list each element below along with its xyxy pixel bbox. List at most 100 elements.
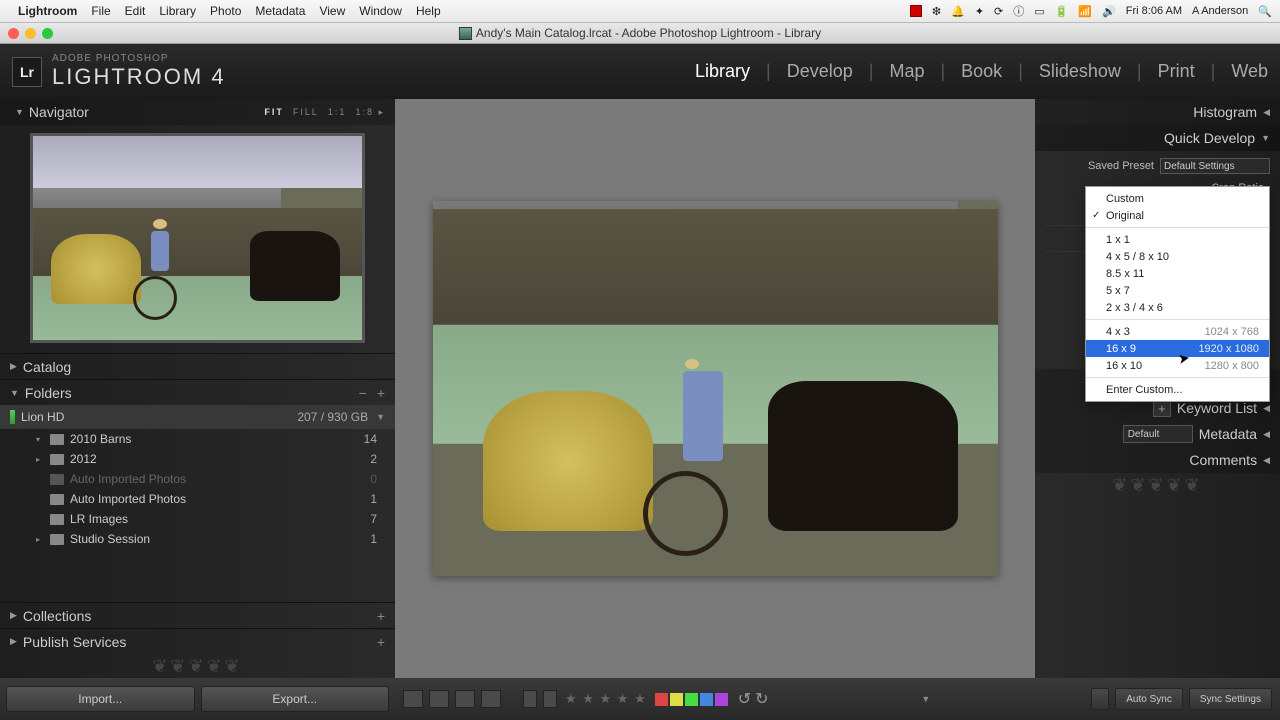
- folder-name: Auto Imported Photos: [70, 472, 186, 486]
- color-labels: [655, 693, 728, 706]
- menu-view[interactable]: View: [319, 4, 345, 18]
- document-icon: [459, 27, 472, 40]
- menu-help[interactable]: Help: [416, 4, 441, 18]
- navigator-thumbnail[interactable]: [30, 133, 365, 343]
- crop-option-screen[interactable]: 4 x 31024 x 768: [1086, 323, 1269, 340]
- comments-header[interactable]: Comments ◀: [1035, 447, 1280, 473]
- folder-row[interactable]: ▸20122: [0, 449, 395, 469]
- module-map[interactable]: Map: [889, 61, 924, 82]
- saved-preset-select[interactable]: Default Settings: [1160, 158, 1270, 174]
- remove-folder-button[interactable]: −: [359, 385, 367, 401]
- rotate-ccw-icon[interactable]: ↺: [738, 689, 751, 709]
- ratio-label: 16 x 9: [1106, 343, 1136, 355]
- label-red[interactable]: [655, 693, 668, 706]
- navigator-header[interactable]: ▼ Navigator FIT FILL 1:1 1:8 ▸: [0, 99, 395, 125]
- import-button[interactable]: Import...: [6, 686, 195, 712]
- status-icon: ❇︎: [932, 5, 941, 18]
- status-recording-icon: [910, 5, 922, 17]
- display-icon[interactable]: ▭: [1034, 5, 1044, 18]
- label-blue[interactable]: [700, 693, 713, 706]
- module-web[interactable]: Web: [1231, 61, 1268, 82]
- menu-file[interactable]: File: [91, 4, 110, 18]
- navigator-zoom-options[interactable]: FIT FILL 1:1 1:8 ▸: [264, 107, 385, 118]
- add-folder-button[interactable]: +: [377, 385, 385, 401]
- folder-row[interactable]: Auto Imported Photos1: [0, 489, 395, 509]
- sync-lock-icon[interactable]: [1091, 688, 1109, 710]
- left-panel: ▼ Navigator FIT FILL 1:1 1:8 ▸ ▶ Catalog…: [0, 99, 395, 678]
- flag-pick-icon[interactable]: [523, 690, 537, 708]
- wifi-icon[interactable]: 📶: [1078, 5, 1092, 18]
- crop-option-original[interactable]: ✓Original: [1086, 207, 1269, 224]
- sync-settings-button[interactable]: Sync Settings: [1189, 688, 1272, 710]
- metadata-header[interactable]: Default Metadata ◀: [1035, 421, 1280, 447]
- loupe-view-icon[interactable]: [429, 690, 449, 708]
- compare-view-icon[interactable]: [455, 690, 475, 708]
- label-green[interactable]: [685, 693, 698, 706]
- volume-disclosure-icon[interactable]: ▼: [376, 412, 385, 422]
- clock[interactable]: Fri 8:06 AM: [1126, 5, 1182, 17]
- module-slideshow[interactable]: Slideshow: [1039, 61, 1121, 82]
- traffic-lights: [8, 28, 53, 39]
- disclosure-icon: ▸: [36, 455, 50, 464]
- collapse-icon: ▼: [1261, 133, 1270, 143]
- menu-edit[interactable]: Edit: [125, 4, 146, 18]
- menu-window[interactable]: Window: [359, 4, 402, 18]
- folder-row[interactable]: Auto Imported Photos0: [0, 469, 395, 489]
- menu-metadata[interactable]: Metadata: [255, 4, 305, 18]
- catalog-label: Catalog: [23, 359, 71, 375]
- menu-photo[interactable]: Photo: [210, 4, 241, 18]
- grid-view-icon[interactable]: [403, 690, 423, 708]
- module-print[interactable]: Print: [1158, 61, 1195, 82]
- label-yellow[interactable]: [670, 693, 683, 706]
- zoom-window-button[interactable]: [42, 28, 53, 39]
- spotlight-icon[interactable]: ✦: [975, 5, 984, 18]
- collections-header[interactable]: ▶ Collections +: [0, 602, 395, 628]
- crop-option-85x11[interactable]: 8.5 x 11: [1086, 265, 1269, 282]
- collapse-icon: ▼: [15, 107, 24, 117]
- crop-option-enter-custom[interactable]: Enter Custom...: [1086, 381, 1269, 398]
- battery-icon[interactable]: 🔋: [1055, 5, 1069, 18]
- export-button[interactable]: Export...: [201, 686, 390, 712]
- add-collection-button[interactable]: +: [377, 608, 385, 624]
- folder-row[interactable]: LR Images7: [0, 509, 395, 529]
- toolbar-dropdown-icon[interactable]: ▼: [921, 694, 930, 704]
- loupe-view[interactable]: [395, 99, 1035, 678]
- photo-preview[interactable]: [433, 201, 998, 576]
- label-purple[interactable]: [715, 693, 728, 706]
- volume-icon[interactable]: 🔊: [1102, 5, 1116, 18]
- menu-library[interactable]: Library: [159, 4, 196, 18]
- close-window-button[interactable]: [8, 28, 19, 39]
- volume-row[interactable]: Lion HD 207 / 930 GB ▼: [0, 405, 395, 429]
- histogram-header[interactable]: Histogram ◀: [1035, 99, 1280, 125]
- survey-view-icon[interactable]: [481, 690, 501, 708]
- checkmark-icon: ✓: [1092, 210, 1100, 221]
- spotlight-search-icon[interactable]: 🔍: [1258, 5, 1272, 18]
- crop-option-custom[interactable]: Custom: [1086, 190, 1269, 207]
- crop-option-5x7[interactable]: 5 x 7: [1086, 282, 1269, 299]
- rotate-cw-icon[interactable]: ↻: [755, 689, 768, 709]
- sync-icon[interactable]: ⟳: [994, 5, 1003, 18]
- minimize-window-button[interactable]: [25, 28, 36, 39]
- volume-name: Lion HD: [21, 410, 64, 424]
- quick-develop-header[interactable]: Quick Develop ▼: [1035, 125, 1280, 151]
- auto-sync-button[interactable]: Auto Sync: [1115, 688, 1183, 710]
- crop-option-2x3[interactable]: 2 x 3 / 4 x 6: [1086, 299, 1269, 316]
- rating-stars[interactable]: ★ ★ ★ ★ ★: [565, 691, 647, 707]
- flag-reject-icon[interactable]: [543, 690, 557, 708]
- folder-row[interactable]: ▸Studio Session1: [0, 529, 395, 549]
- publish-services-header[interactable]: ▶ Publish Services +: [0, 628, 395, 654]
- catalog-header[interactable]: ▶ Catalog: [0, 353, 395, 379]
- app-menu[interactable]: Lightroom: [18, 4, 77, 18]
- crop-option-1x1[interactable]: 1 x 1: [1086, 231, 1269, 248]
- folder-row[interactable]: ▾2010 Barns14: [0, 429, 395, 449]
- metadata-preset-select[interactable]: Default: [1123, 425, 1193, 443]
- module-book[interactable]: Book: [961, 61, 1002, 82]
- add-publish-button[interactable]: +: [377, 634, 385, 650]
- user-menu[interactable]: A Anderson: [1192, 5, 1248, 17]
- folders-header[interactable]: ▼ Folders − +: [0, 379, 395, 405]
- crop-option-4x5[interactable]: 4 x 5 / 8 x 10: [1086, 248, 1269, 265]
- module-develop[interactable]: Develop: [787, 61, 853, 82]
- notification-icon[interactable]: 🔔: [951, 5, 965, 18]
- module-library[interactable]: Library: [695, 61, 750, 82]
- info-icon[interactable]: ⓘ: [1013, 3, 1024, 19]
